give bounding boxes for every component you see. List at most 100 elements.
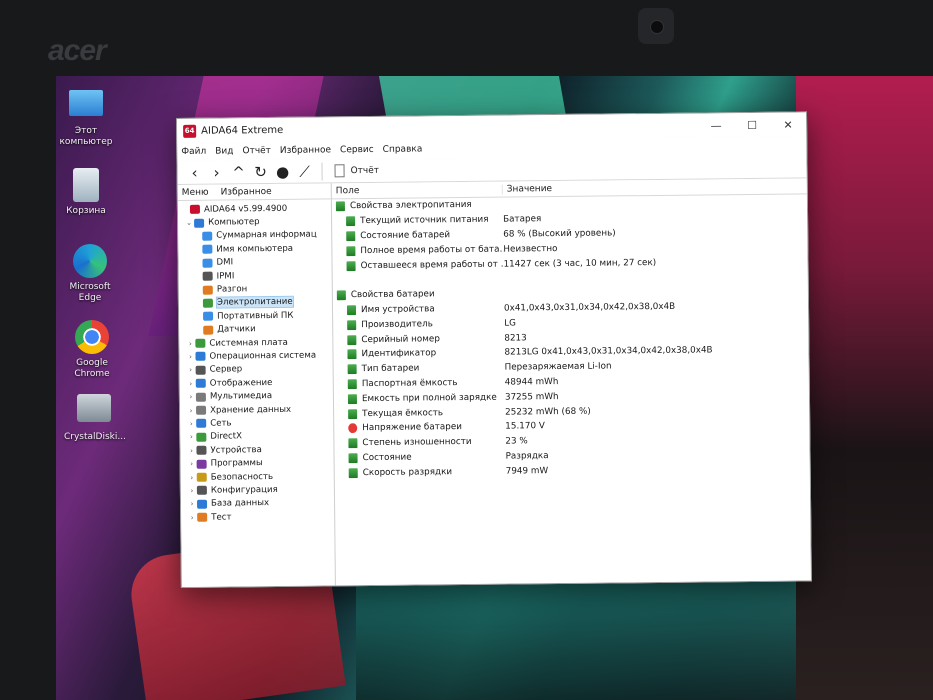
desktop-icon-chrome[interactable]: Google Chrome — [62, 320, 122, 380]
chevron-right-icon[interactable]: › — [186, 447, 196, 455]
menu-help[interactable]: Справка — [383, 144, 423, 154]
tree-item-icon — [202, 244, 213, 255]
tree-item-icon — [195, 338, 206, 348]
user-icon[interactable]: ● — [271, 161, 293, 181]
property-field: Производитель — [361, 319, 433, 330]
property-icon — [348, 438, 358, 449]
laptop-bezel: acer Этот компьютер Корзина Microsoft Ed… — [0, 0, 933, 700]
warning-icon — [348, 423, 358, 434]
chevron-right-icon[interactable]: › — [186, 406, 196, 414]
tree-item-label: Компьютер — [208, 217, 260, 228]
chevron-down-icon[interactable]: ⌄ — [184, 219, 194, 227]
desktop-icon-label: Корзина — [66, 206, 106, 216]
property-value: Разрядка — [505, 451, 549, 462]
tree-item-icon — [202, 231, 213, 241]
tree-item-label: Устройства — [210, 444, 262, 456]
property-field: Полное время работы от бата... — [360, 244, 504, 256]
chevron-right-icon[interactable]: › — [186, 366, 196, 374]
desktop-icon-crystaldisk[interactable]: CrystalDiski... — [64, 394, 126, 443]
chevron-right-icon[interactable]: › — [187, 473, 197, 481]
property-icon — [346, 245, 356, 257]
property-field: Тип батареи — [361, 363, 420, 375]
chevron-right-icon[interactable]: › — [187, 513, 197, 522]
tree-item-label: DMI — [216, 257, 234, 268]
menu-view[interactable]: Вид — [215, 146, 233, 156]
tree-item-icon — [202, 258, 213, 268]
section-title: Свойства батареи — [350, 289, 435, 301]
desktop-icon-label: Google Chrome — [74, 358, 110, 379]
left-panel-tabs: Меню Избранное — [177, 183, 331, 201]
property-field: Скорость разрядки — [362, 466, 453, 478]
tree-item-label: Разгон — [216, 284, 248, 295]
column-field-header[interactable]: Поле — [331, 184, 503, 196]
crystaldisk-icon — [77, 394, 111, 422]
chevron-right-icon[interactable]: › — [185, 339, 195, 347]
property-icon — [348, 453, 358, 464]
navigation-tree: AIDA64 v5.99.4900 ⌄ Компьютер Суммарная инф… — [178, 199, 334, 524]
property-field: Ёмкость при полной зарядке — [361, 392, 497, 404]
aida64-window[interactable]: 64 AIDA64 Extreme — ☐ ✕ Файл Вид Отчёт И… — [176, 111, 812, 588]
property-field: Идентификатор — [361, 348, 437, 360]
recycle-bin-icon — [73, 168, 99, 202]
property-icon — [346, 260, 356, 271]
property-value: 48944 mWh — [504, 376, 559, 388]
column-value-header[interactable]: Значение — [503, 184, 552, 195]
tree-item-icon — [203, 325, 214, 335]
property-field: Серийный номер — [361, 333, 440, 345]
property-field: Напряжение батареи — [362, 422, 463, 434]
menu-favorites[interactable]: Избранное — [280, 145, 331, 156]
property-field: Текущий источник питания — [360, 214, 489, 227]
menu-service[interactable]: Сервис — [340, 145, 374, 155]
chevron-right-icon[interactable]: › — [186, 380, 196, 388]
toolbar-separator — [321, 161, 323, 180]
window-title: AIDA64 Extreme — [201, 124, 284, 137]
close-button[interactable]: ✕ — [770, 112, 806, 136]
maximize-button[interactable]: ☐ — [734, 113, 770, 137]
menu-file[interactable]: Файл — [181, 147, 206, 157]
back-icon[interactable]: ‹ — [183, 162, 205, 182]
desktop-icon-this-pc[interactable]: Этот компьютер — [56, 90, 116, 148]
tree-item[interactable]: › Тест — [181, 509, 334, 524]
property-icon — [347, 334, 357, 345]
property-field: Паспортная ёмкость — [361, 378, 458, 390]
window-controls: — ☐ ✕ — [698, 112, 806, 137]
property-icon — [347, 349, 357, 360]
property-field: Имя устройства — [360, 304, 435, 316]
chevron-right-icon[interactable]: › — [185, 353, 195, 361]
menu-report[interactable]: Отчёт — [242, 146, 271, 156]
forward-icon[interactable]: › — [205, 162, 227, 182]
tree-item-label: Хранение данных — [210, 404, 292, 416]
chevron-right-icon[interactable]: › — [187, 500, 197, 508]
graph-icon[interactable]: ⟋ — [293, 161, 315, 181]
report-button[interactable]: Отчёт — [334, 164, 379, 178]
desktop-icon-recycle-bin[interactable]: Корзина — [56, 168, 116, 217]
chevron-right-icon[interactable]: › — [186, 433, 196, 441]
property-value: 8213LG 0x41,0x43,0x31,0x34,0x42,0x38,0x4… — [504, 345, 713, 358]
chrome-icon — [75, 320, 109, 354]
property-icon — [347, 319, 357, 330]
tree-item-icon — [194, 218, 205, 228]
chevron-right-icon[interactable]: › — [187, 487, 197, 495]
property-value: 8213 — [504, 332, 527, 344]
property-value: LG — [504, 318, 516, 329]
chevron-right-icon[interactable]: › — [186, 420, 196, 428]
tree-item-icon — [196, 405, 207, 415]
tab-favorites[interactable]: Избранное — [220, 187, 271, 198]
tree-item-label: Сеть — [210, 418, 232, 429]
tab-menu[interactable]: Меню — [182, 187, 209, 197]
tree-item-label: Конфигурация — [210, 484, 278, 496]
minimize-button[interactable]: — — [698, 113, 734, 137]
refresh-icon[interactable]: ↻ — [249, 162, 271, 182]
property-icon — [346, 305, 357, 316]
property-icon — [347, 393, 358, 404]
desktop-icon-edge[interactable]: Microsoft Edge — [60, 244, 120, 304]
section-icon — [335, 201, 345, 212]
property-icon — [346, 216, 356, 227]
tree-item-icon — [202, 285, 213, 295]
chevron-right-icon[interactable]: › — [187, 460, 197, 468]
section-title: Свойства электропитания — [349, 200, 472, 212]
up-icon[interactable]: ^ — [227, 162, 249, 182]
chevron-right-icon[interactable]: › — [186, 393, 196, 401]
wallpaper-shape — [796, 76, 933, 700]
tree-item-label: Имя компьютера — [216, 243, 294, 255]
